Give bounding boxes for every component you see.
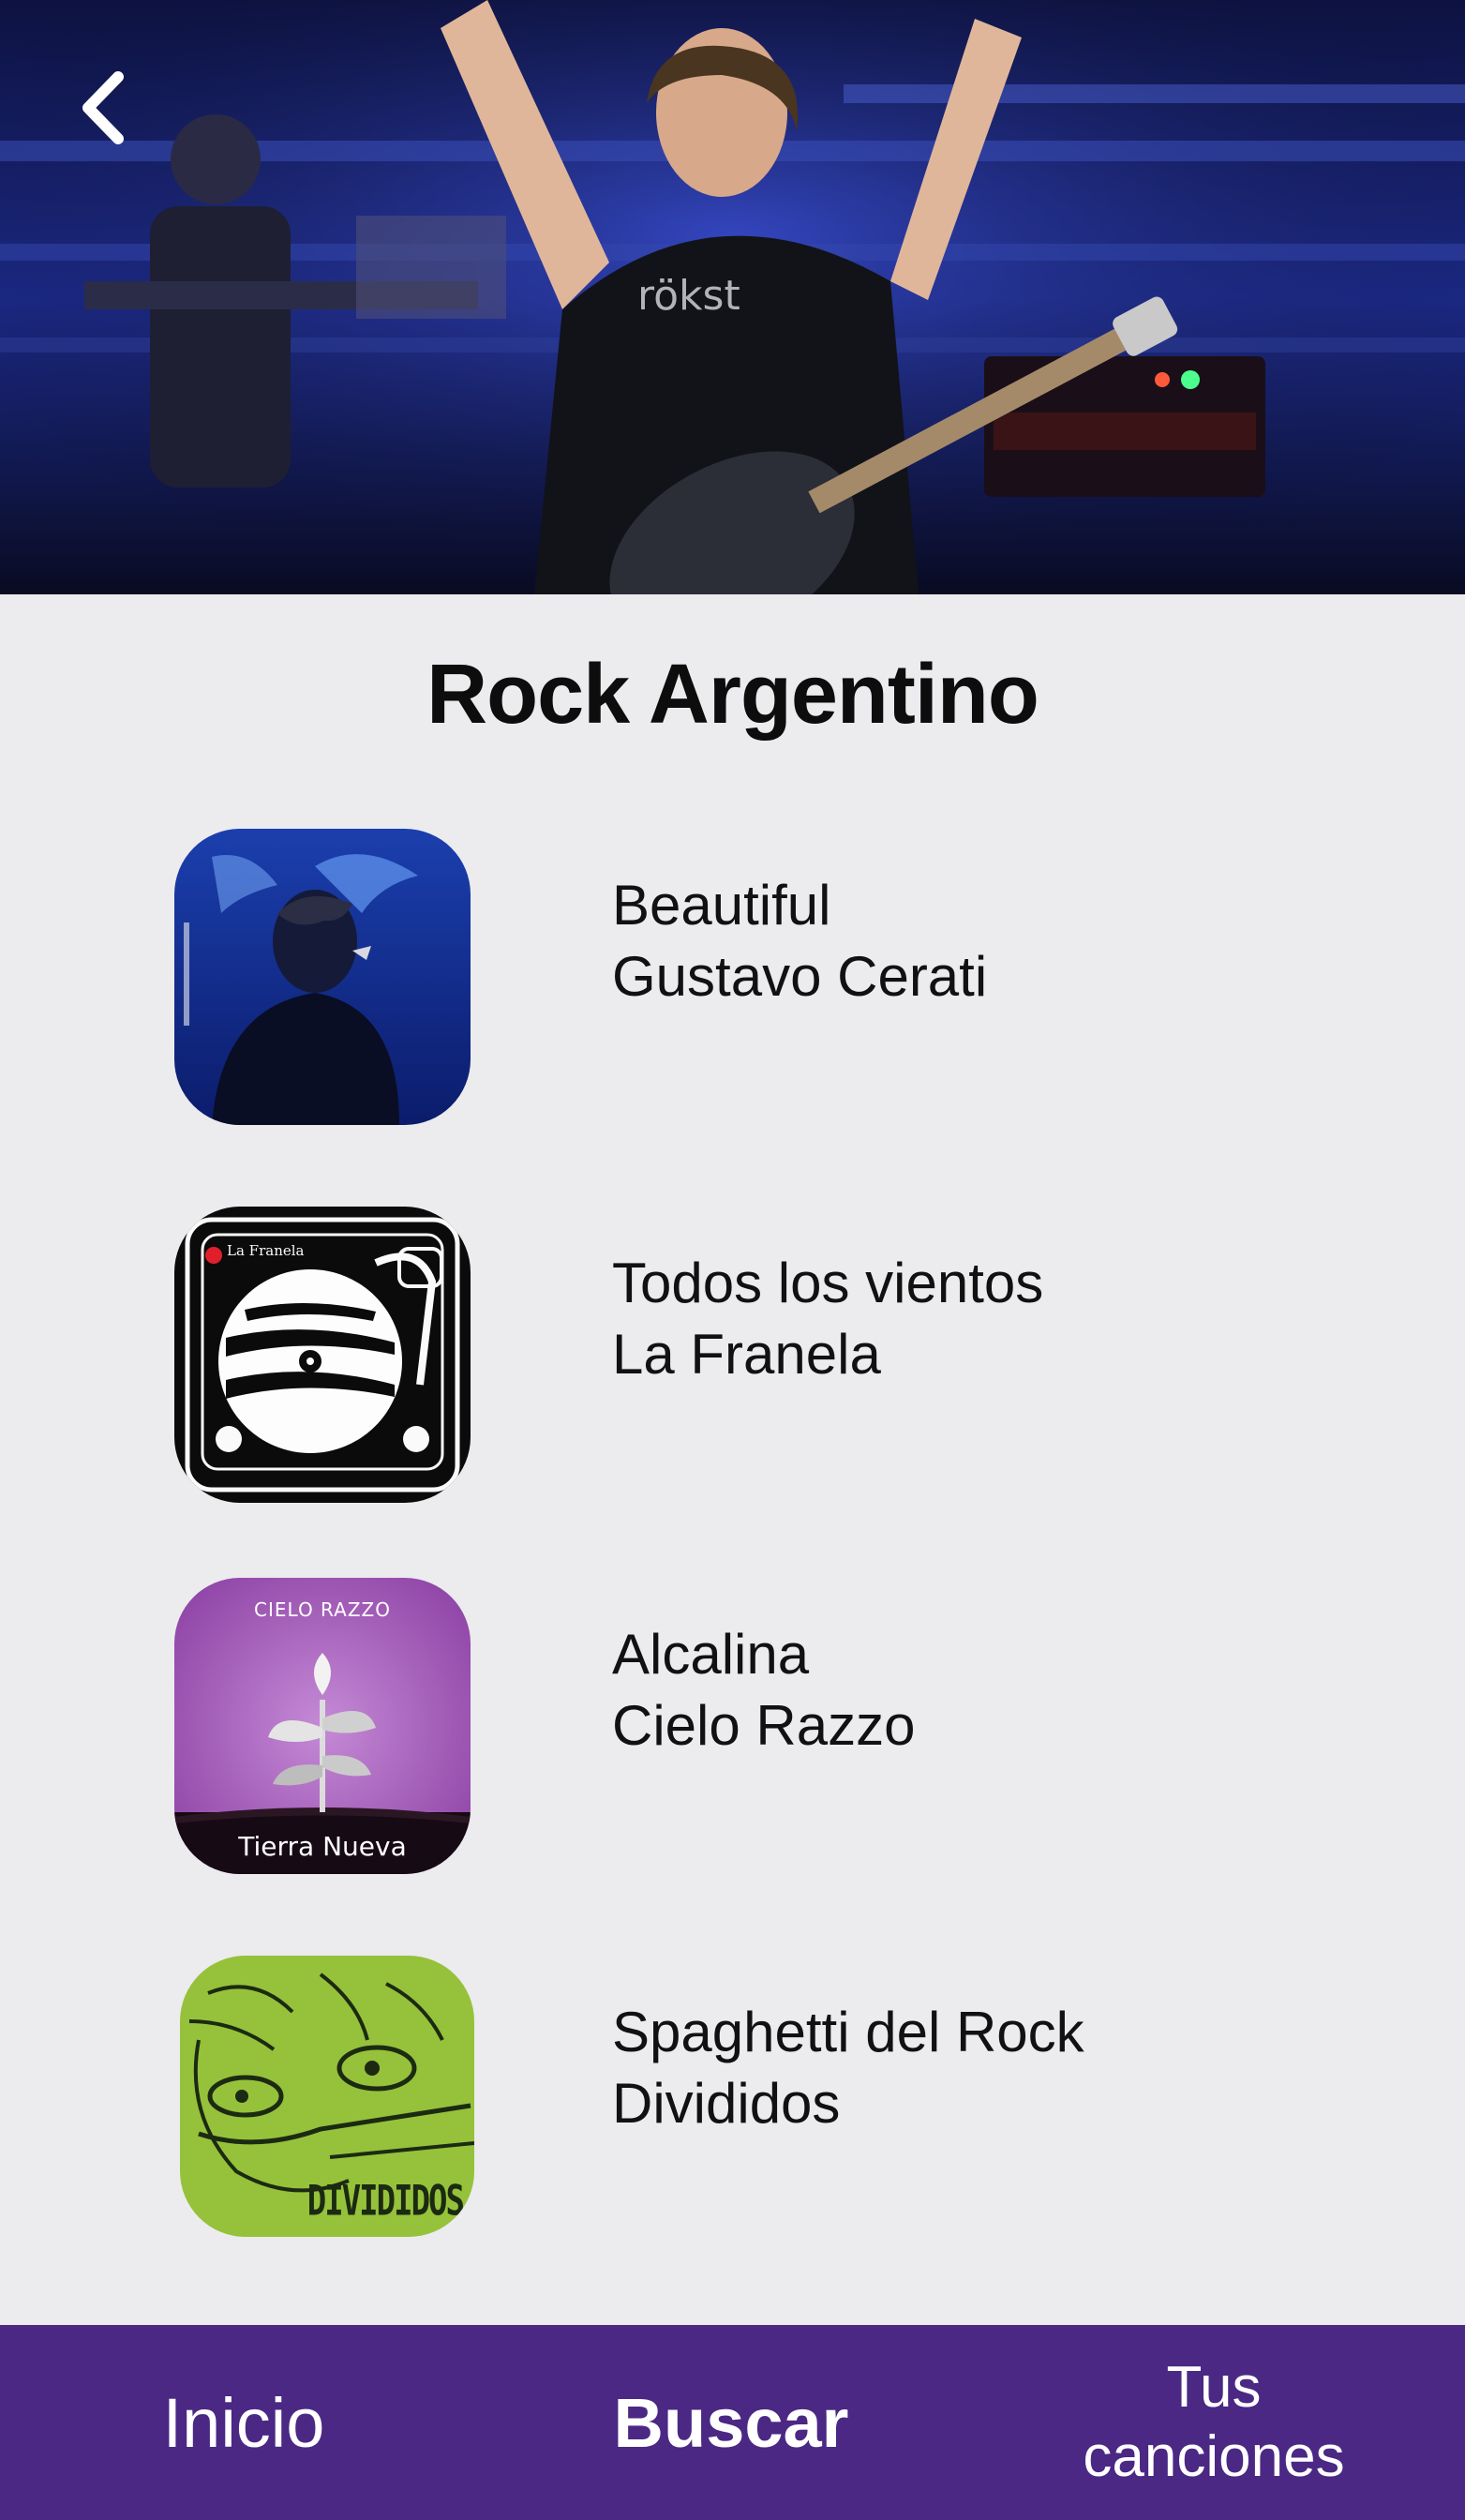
track-artist: La Franela bbox=[612, 1323, 881, 1386]
track-text: Spaghetti del Rock Divididos bbox=[612, 1997, 1084, 2139]
cover-logo-cielo-razzo: CIELO RAZZO bbox=[254, 1598, 391, 1621]
back-button[interactable] bbox=[75, 66, 150, 159]
album-cover-alcalina: CIELO RAZZO Tierra Nueva bbox=[174, 1578, 471, 1874]
track-text: Todos los vientos La Franela bbox=[612, 1248, 1043, 1390]
track-title: Alcalina bbox=[612, 1623, 810, 1686]
album-cover-beautiful bbox=[174, 829, 471, 1125]
track-item-beautiful[interactable]: Beautiful Gustavo Cerati bbox=[174, 829, 1299, 1129]
tab-tus-canciones-line2: canciones bbox=[1083, 2424, 1345, 2489]
tab-inicio[interactable]: Inicio bbox=[56, 2325, 431, 2520]
concert-photo: rökst bbox=[0, 0, 1465, 594]
svg-text:rökst: rökst bbox=[637, 272, 740, 320]
page-title: Rock Argentino bbox=[426, 648, 1039, 742]
app-root: rökst Rock Argentino Beautiful Gustavo C… bbox=[0, 0, 1465, 2520]
album-cover-spaghetti-del-rock: DIVIDIDOS bbox=[180, 1956, 474, 2237]
track-item-todos-los-vientos[interactable]: La Franela Todos los vientos La Franela bbox=[174, 1207, 1299, 1507]
cover-logo-la-franela: La Franela bbox=[227, 1242, 305, 1259]
track-artist: Gustavo Cerati bbox=[612, 945, 988, 1008]
track-title: Todos los vientos bbox=[612, 1252, 1044, 1314]
track-title: Spaghetti del Rock bbox=[612, 2001, 1084, 2063]
track-text: Beautiful Gustavo Cerati bbox=[612, 870, 987, 1012]
tab-buscar[interactable]: Buscar bbox=[544, 2325, 919, 2520]
cover-text-tierra-nueva: Tierra Nueva bbox=[238, 1831, 407, 1862]
track-text: Alcalina Cielo Razzo bbox=[612, 1619, 915, 1762]
tab-tus-canciones-line1: Tus bbox=[1166, 2355, 1262, 2420]
album-cover-todos-los-vientos: La Franela bbox=[174, 1207, 471, 1503]
cover-logo-divididos: DIVIDIDOS bbox=[306, 2177, 465, 2226]
track-artist: Cielo Razzo bbox=[612, 1694, 916, 1757]
bottom-navigation: Inicio Buscar Tus canciones bbox=[0, 2325, 1465, 2520]
track-title: Beautiful bbox=[612, 874, 831, 937]
track-artist: Divididos bbox=[612, 2072, 841, 2135]
hero-image: rökst bbox=[0, 0, 1465, 594]
tab-tus-canciones[interactable]: Tus canciones bbox=[1031, 2325, 1397, 2520]
chevron-left-icon bbox=[82, 71, 124, 144]
track-item-spaghetti-del-rock[interactable]: DIVIDIDOS Spaghetti del Rock Divididos bbox=[174, 1956, 1299, 2256]
track-item-alcalina[interactable]: CIELO RAZZO Tierra Nueva Alcalina Cielo … bbox=[174, 1578, 1299, 1878]
